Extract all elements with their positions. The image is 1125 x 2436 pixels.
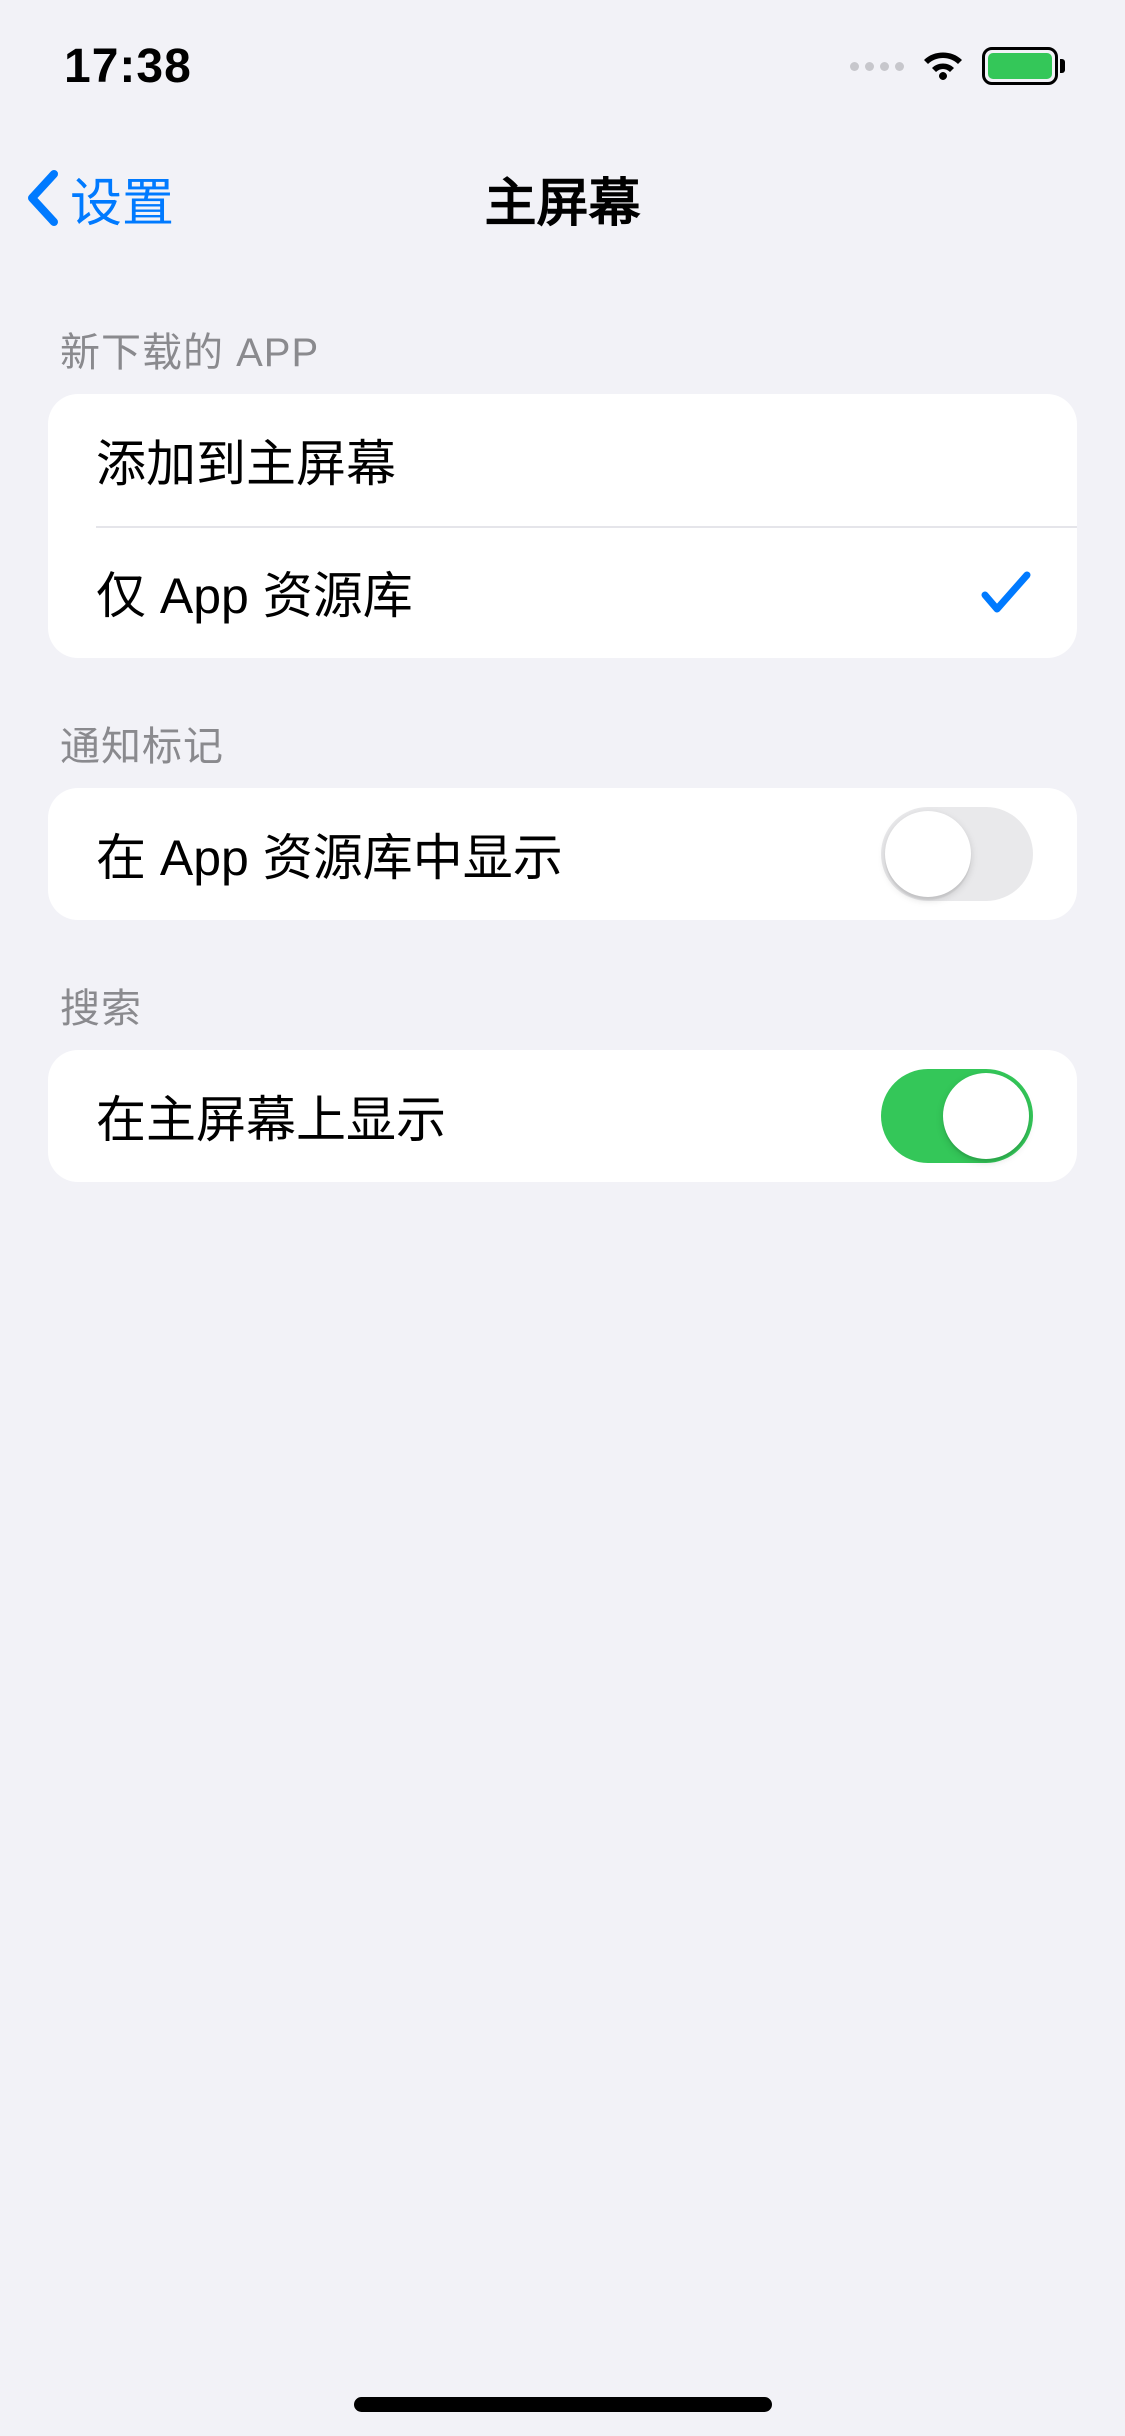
row-label: 在主屏幕上显示 (96, 1080, 446, 1152)
row-label: 在 App 资源库中显示 (96, 818, 563, 890)
option-label: 添加到主屏幕 (96, 424, 396, 496)
back-button[interactable]: 设置 (24, 161, 174, 236)
status-time: 17:38 (64, 39, 192, 94)
chevron-left-icon (24, 168, 62, 228)
navigation-bar: 设置 主屏幕 (0, 132, 1125, 264)
home-indicator[interactable] (354, 2397, 772, 2412)
section-notification-badges: 在 App 资源库中显示 (48, 788, 1077, 920)
section-search: 在主屏幕上显示 (48, 1050, 1077, 1182)
checkmark-icon (979, 567, 1033, 617)
section-header-search: 搜索 (48, 920, 1077, 1050)
back-label: 设置 (70, 161, 174, 236)
toggle-show-on-home[interactable] (881, 1069, 1033, 1163)
section-new-apps: 添加到主屏幕 仅 App 资源库 (48, 394, 1077, 658)
status-bar: 17:38 (0, 0, 1125, 132)
toggle-show-in-app-library[interactable] (881, 807, 1033, 901)
battery-icon (982, 47, 1065, 85)
wifi-icon (918, 48, 968, 84)
section-header-notification-badges: 通知标记 (48, 658, 1077, 788)
status-indicators (850, 47, 1065, 85)
row-show-on-home: 在主屏幕上显示 (48, 1050, 1077, 1182)
section-header-new-apps: 新下载的 APP (48, 264, 1077, 394)
option-app-library-only[interactable]: 仅 App 资源库 (48, 526, 1077, 658)
row-show-in-app-library: 在 App 资源库中显示 (48, 788, 1077, 920)
option-label: 仅 App 资源库 (96, 556, 413, 628)
cellular-dots-icon (850, 62, 904, 71)
option-add-to-home[interactable]: 添加到主屏幕 (48, 394, 1077, 526)
